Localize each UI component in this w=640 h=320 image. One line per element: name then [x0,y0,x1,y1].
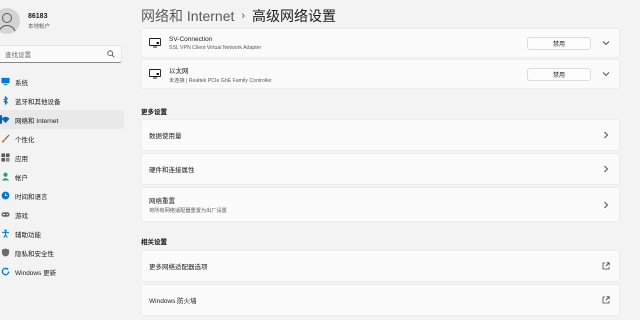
sidebar-item-windows-update[interactable]: Windows 更新 [0,262,124,281]
person-icon [1,172,10,181]
adapter-name: SV-Connection [169,35,213,43]
avatar [0,8,20,34]
sidebar-item-label: 隐私和安全性 [15,250,54,258]
settings-row-hardware-properties[interactable]: 硬件和连接属性 [141,153,620,185]
search-placeholder: 查找设置 [5,52,31,59]
gamepad-icon [1,210,10,219]
sidebar-item-label: 帐户 [15,174,28,182]
chevron-right-icon: › [241,10,246,22]
user-profile[interactable]: 86183 本地帐户 [0,8,50,34]
section-title-related-settings: 相关设置 [141,239,167,246]
chevron-right-icon [601,200,611,210]
adapter-card-ethernet: 以太网 未连接 | Realtek PCIe GbE Family Contro… [141,59,620,89]
apps-icon [1,153,10,162]
sidebar-item-accessibility[interactable]: 辅助功能 [0,224,124,243]
brush-icon [1,134,10,143]
sidebar-item-gaming[interactable]: 游戏 [0,205,124,224]
sidebar-item-label: 个性化 [15,136,35,144]
settings-row-data-usage[interactable]: 数据使用量 [141,119,620,151]
sidebar-item-personalization[interactable]: 个性化 [0,129,124,148]
network-adapter-icon [149,69,161,79]
chevron-right-icon [601,130,611,140]
bluetooth-icon [1,96,10,105]
wifi-icon [1,115,10,124]
adapter-description: SSL VPN Client Virtual Network Adapter [169,44,262,51]
settings-row-network-reset[interactable]: 网络重置 将所有网络适配器重置为出厂设置 [141,187,620,222]
sidebar-item-label: 辅助功能 [15,231,41,239]
row-label: 网络重置 [149,198,175,205]
sidebar-item-label: 游戏 [15,212,28,220]
update-icon [1,267,10,276]
adapter-name: 以太网 [169,67,189,75]
sidebar-item-label: 时间和语言 [15,193,48,201]
chevron-down-icon[interactable] [601,38,611,48]
sidebar-item-label: 应用 [15,155,28,163]
adapter-card-sv-connection: SV-Connection SSL VPN Client Virtual Net… [141,28,620,58]
sidebar-item-network[interactable]: 网络和 Internet [0,110,124,129]
row-label: 数据使用量 [149,133,182,140]
adapter-description: 未连接 | Realtek PCIe GbE Family Controller [169,77,272,84]
sidebar-item-accounts[interactable]: 帐户 [0,167,124,186]
row-label: 更多网络适配器选项 [149,264,208,271]
row-sublabel: 将所有网络适配器重置为出厂设置 [149,208,227,214]
sidebar-nav: 系统 蓝牙和其他设备 网络和 Internet 个性化 应用 帐户 时间和语言 [0,72,124,281]
sidebar-item-system[interactable]: 系统 [0,72,124,91]
search-icon [107,50,115,58]
network-adapter-icon [149,38,161,48]
disable-button[interactable]: 禁用 [527,36,591,50]
chevron-down-icon[interactable] [601,69,611,79]
shield-icon [1,248,10,257]
section-title-more-settings: 更多设置 [141,109,167,116]
settings-row-windows-firewall[interactable]: Windows 防火墙 [141,284,620,316]
sidebar-item-apps[interactable]: 应用 [0,148,124,167]
external-link-icon [601,295,611,305]
chevron-right-icon [601,164,611,174]
sidebar-item-label: 系统 [15,79,28,87]
sidebar-item-label: Windows 更新 [15,269,57,277]
user-name: 86183 [28,12,48,20]
page-title: 高级网络设置 [252,8,337,24]
sidebar: 86183 本地帐户 查找设置 系统 蓝牙和其他设备 网络和 Internet … [0,0,130,320]
sidebar-item-bluetooth[interactable]: 蓝牙和其他设备 [0,91,124,110]
settings-row-more-adapter-options[interactable]: 更多网络适配器选项 [141,250,620,282]
breadcrumb: 网络和 Internet › 高级网络设置 [141,6,336,26]
search-input[interactable]: 查找设置 [0,45,122,63]
disable-button[interactable]: 禁用 [527,67,591,81]
sidebar-item-time-language[interactable]: 时间和语言 [0,186,124,205]
monitor-icon [1,77,10,86]
globe-clock-icon [1,191,10,200]
accessibility-icon [1,229,10,238]
user-account-type: 本地帐户 [28,23,51,30]
row-label: 硬件和连接属性 [149,167,195,174]
external-link-icon [601,261,611,271]
breadcrumb-parent[interactable]: 网络和 Internet [141,6,234,26]
sidebar-item-label: 网络和 Internet [15,117,59,125]
sidebar-item-privacy[interactable]: 隐私和安全性 [0,243,124,262]
sidebar-item-label: 蓝牙和其他设备 [15,98,61,106]
row-label: Windows 防火墙 [149,298,197,305]
